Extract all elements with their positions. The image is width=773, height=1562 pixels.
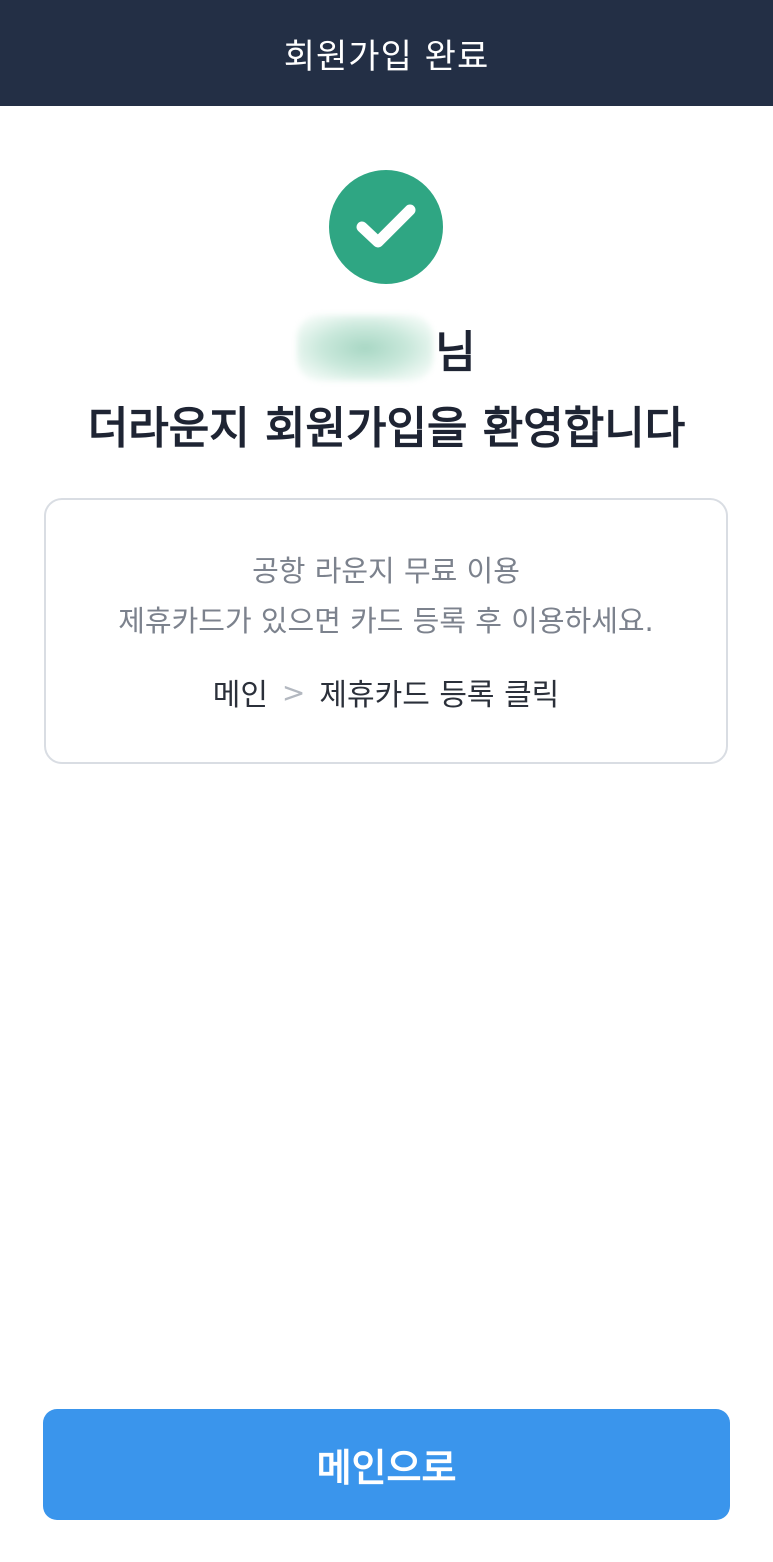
info-line-lounge: 공항 라운지 무료 이용	[252, 554, 520, 588]
welcome-message: 더라운지 회원가입을 환영합니다	[87, 403, 686, 454]
page-title: 회원가입 완료	[283, 36, 490, 77]
header-bar: 회원가입 완료	[0, 0, 773, 106]
path-card-registration: 제휴카드 등록 클릭	[319, 678, 560, 713]
path-main: 메인	[212, 678, 268, 713]
user-greeting: 님	[0, 308, 773, 388]
go-main-button[interactable]: 메인으로	[43, 1409, 730, 1520]
info-line-card: 제휴카드가 있으면 카드 등록 후 이용하세요.	[118, 604, 654, 638]
success-badge	[329, 170, 443, 284]
navigation-path: 메인 > 제휴카드 등록 클릭	[46, 670, 726, 714]
redacted-user-name	[297, 315, 434, 381]
signup-complete-screen: 회원가입 완료 님 더라운지 회원가입을 환영합니다 공항 라운지 무료 이용 …	[0, 0, 773, 1562]
chevron-right-icon: >	[281, 675, 306, 709]
info-box: 공항 라운지 무료 이용 제휴카드가 있으면 카드 등록 후 이용하세요. 메인…	[44, 498, 728, 764]
check-icon	[356, 204, 416, 248]
honorific-suffix: 님	[435, 327, 476, 378]
